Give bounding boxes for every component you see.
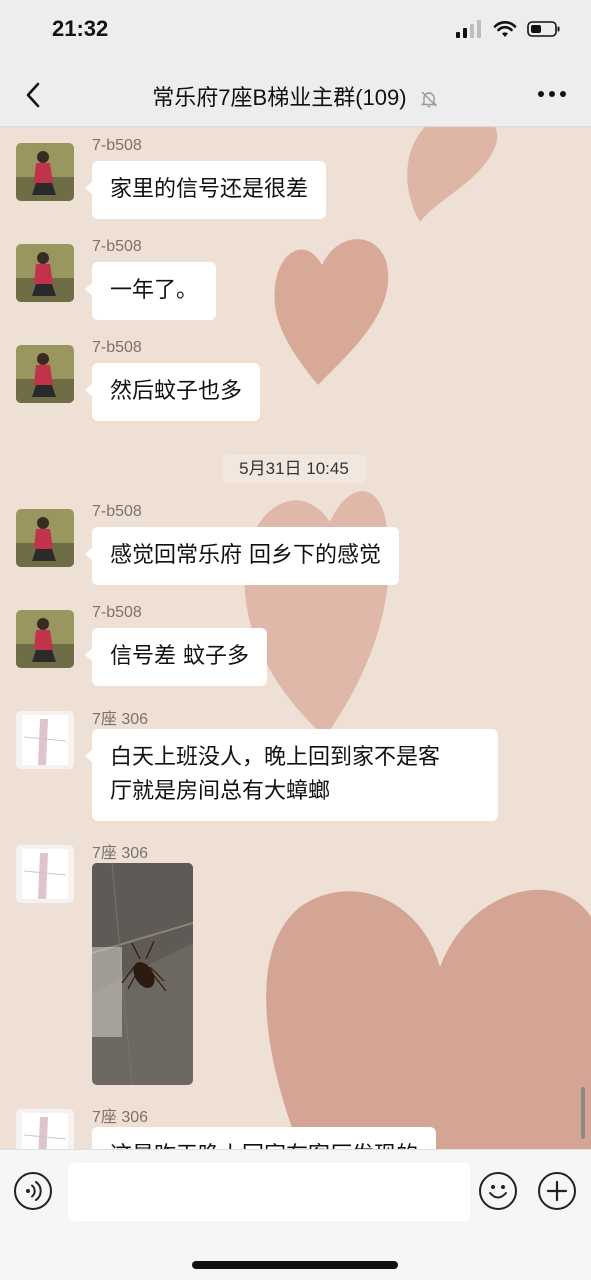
chat-area[interactable]: 7-b508 家里的信号还是很差 7-b508 一年了。 7-b508 然后蚊子… <box>0 127 591 1149</box>
message-bubble[interactable]: 感觉回常乐府 回乡下的感觉 <box>85 527 399 585</box>
avatar[interactable] <box>16 345 74 403</box>
chat-title-text: 常乐府7座B梯业主群(109) <box>152 85 407 110</box>
sender-name: 7-b508 <box>92 339 142 356</box>
avatar[interactable] <box>16 244 74 302</box>
message-bubble[interactable]: 一年了。 <box>84 262 217 320</box>
cockroach-photo[interactable] <box>92 863 193 1085</box>
status-bar: 21:32 <box>0 0 591 64</box>
avatar[interactable] <box>16 509 74 567</box>
chat-background-hearts <box>244 127 591 1149</box>
avatar[interactable] <box>16 143 74 201</box>
chat-title: 常乐府7座B梯业主群(109) <box>0 80 591 112</box>
time-separator: 5月31日 10:45 <box>222 455 366 483</box>
emoji-button[interactable] <box>479 1172 517 1210</box>
avatar[interactable] <box>16 845 74 903</box>
avatar[interactable] <box>16 711 74 769</box>
avatar[interactable] <box>16 1109 74 1149</box>
sender-name: 7-b508 <box>92 238 142 255</box>
scrollbar[interactable] <box>581 1087 585 1139</box>
status-time: 21:32 <box>52 16 109 41</box>
message-bubble[interactable]: 白天上班没人，晚上回到家不是客 厅就是房间总有大蟑螂 <box>85 729 498 821</box>
plus-icon <box>546 1180 568 1202</box>
sender-name: 7座 306 <box>92 1109 149 1126</box>
message-line: 白天上班没人，晚上回到家不是客 <box>110 745 441 770</box>
more-dots-icon[interactable] <box>537 86 567 102</box>
avatar[interactable] <box>16 610 74 668</box>
message-bubble[interactable]: 家里的信号还是很差 <box>84 161 327 219</box>
message-bubble[interactable]: 信号差 蚊子多 <box>85 628 267 686</box>
voice-button[interactable] <box>14 1172 52 1210</box>
wifi-icon <box>493 21 517 37</box>
battery-icon <box>527 21 560 37</box>
plus-button[interactable] <box>538 1172 576 1210</box>
emoji-icon <box>489 1185 507 1199</box>
signal-icon <box>456 20 481 38</box>
sender-name: 7-b508 <box>92 137 142 154</box>
sender-name: 7座 306 <box>92 711 149 728</box>
message-input[interactable] <box>68 1163 470 1221</box>
input-bar <box>0 1149 591 1280</box>
nav-bar: 常乐府7座B梯业主群(109) <box>0 64 591 127</box>
message-bubble[interactable]: 这是昨天晚上回家在客厅发现的 <box>84 1127 437 1149</box>
status-icons <box>455 20 561 38</box>
message-bubble[interactable]: 然后蚊子也多 <box>84 363 261 421</box>
mute-bell-icon <box>420 91 437 108</box>
message-line: 厅就是房间总有大蟑螂 <box>110 779 331 804</box>
sender-name: 7座 306 <box>92 845 149 862</box>
sender-name: 7-b508 <box>92 604 142 621</box>
home-indicator <box>192 1261 398 1269</box>
voice-icon <box>26 1181 42 1201</box>
sender-name: 7-b508 <box>92 503 142 520</box>
